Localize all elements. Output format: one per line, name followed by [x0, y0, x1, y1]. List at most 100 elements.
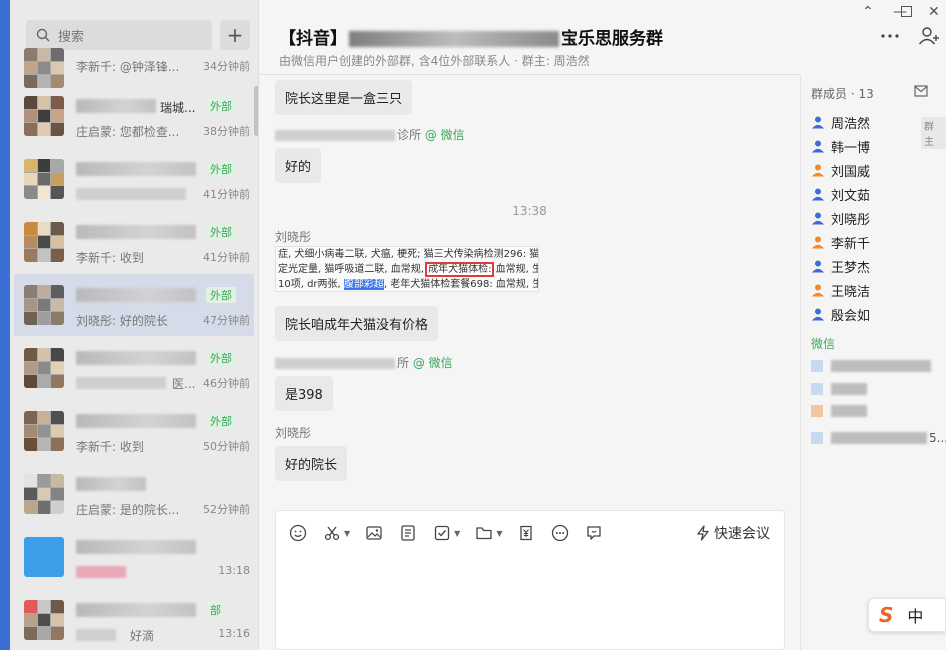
wechat-member[interactable]	[811, 358, 931, 374]
member-name: 周浩然	[831, 116, 871, 132]
scissors-icon[interactable]	[322, 523, 342, 543]
member-name: 刘晓彤	[831, 212, 871, 228]
document-icon[interactable]	[398, 523, 418, 543]
conv-preview: 李新千: 收到	[76, 251, 144, 265]
conv-name-redacted	[76, 351, 196, 365]
member-item[interactable]: 刘国威	[811, 159, 870, 181]
nav-strip	[0, 0, 10, 650]
ime-mode[interactable]: 中	[907, 603, 923, 627]
conv-time: 46分钟前	[203, 377, 250, 390]
message-timestamp: 13:38	[512, 204, 547, 218]
member-item[interactable]: 韩一博	[811, 135, 870, 157]
message-bubble[interactable]: 是398	[275, 376, 333, 411]
conv-time: 13:16	[218, 627, 250, 640]
chevron-down-icon[interactable]: ▼	[496, 529, 502, 538]
list-item[interactable]: 部 好滴 13:16	[14, 589, 254, 650]
member-name: 王梦杰	[831, 260, 871, 276]
quick-meeting-button[interactable]: 快速会议	[696, 523, 770, 543]
sender-name-redacted	[275, 358, 395, 369]
conv-time: 47分钟前	[203, 314, 250, 327]
message-bubble[interactable]: 院长这里是一盒三只	[275, 80, 413, 115]
close-icon[interactable]: ✕	[928, 4, 940, 20]
more-icon[interactable]	[550, 523, 570, 543]
list-item[interactable]: 外部 41分钟前	[14, 148, 254, 210]
external-tag: 外部	[206, 413, 236, 429]
person-icon	[812, 212, 824, 225]
mail-icon[interactable]	[914, 85, 928, 97]
message-sender: 所 @ 微信	[275, 354, 453, 371]
conv-preview-redacted	[76, 629, 116, 641]
member-item[interactable]: 刘文茹	[811, 183, 870, 205]
conv-preview: 庄启蒙: 是的院长...	[76, 503, 180, 517]
image-text-line: 10项, dr两张, 腹部彩超, 老年犬猫体检套餐698: 血常规, 生化	[278, 279, 539, 290]
owner-badge: 群主	[921, 117, 946, 149]
folder-icon[interactable]	[474, 523, 494, 543]
conv-name-redacted	[76, 99, 156, 113]
quick-meeting-label: 快速会议	[714, 526, 770, 542]
external-tag: 外部	[206, 350, 236, 366]
conv-time: 41分钟前	[203, 188, 250, 201]
group-avatar	[24, 222, 64, 262]
member-item[interactable]: 李新千	[811, 231, 870, 253]
conv-preview-redacted	[76, 377, 166, 389]
message-bubble[interactable]: 好的	[275, 148, 322, 183]
person-icon	[812, 236, 824, 249]
list-item[interactable]: 瑞城... 外部 庄启蒙: 您都检查... 38分钟前	[14, 85, 254, 147]
emoji-icon[interactable]	[288, 523, 308, 543]
chevron-down-icon[interactable]: ▼	[454, 529, 460, 538]
message-bubble[interactable]: 好的院长	[275, 446, 348, 481]
more-options-icon[interactable]	[880, 26, 900, 46]
conv-name-redacted	[76, 603, 196, 617]
external-tag: 外部	[206, 161, 236, 177]
chat-title: 【抖音】 宝乐思服务群	[279, 24, 663, 49]
image-icon[interactable]	[364, 523, 384, 543]
conv-time: 38分钟前	[203, 125, 250, 138]
conv-time: 52分钟前	[203, 503, 250, 516]
conv-name-redacted	[76, 540, 196, 554]
member-item[interactable]: 周浩然	[811, 111, 870, 133]
message-input-area[interactable]: ▼ ▼ ▼ 快速会议	[275, 510, 785, 650]
person-icon	[812, 308, 824, 321]
chat-bubble-icon[interactable]	[584, 523, 604, 543]
conv-name-redacted	[76, 225, 196, 239]
member-item[interactable]: 王晓洁	[811, 279, 870, 301]
list-item[interactable]: 外部 李新千: 收到 41分钟前	[14, 211, 254, 273]
image-text-line: 症, 犬细小病毒二联, 犬瘟, 梗死; 猫三犬传染病检测296: 猫瘟	[278, 249, 539, 260]
external-tag: 外部	[206, 98, 236, 114]
add-member-icon[interactable]	[918, 26, 940, 46]
wechat-member[interactable]	[811, 381, 867, 397]
group-avatar	[24, 474, 64, 514]
wechat-member[interactable]	[811, 403, 867, 419]
input-toolbar: ▼ ▼ ▼	[288, 523, 604, 543]
member-name: 韩一博	[831, 140, 871, 156]
message-bubble[interactable]: 院长咱成年犬猫没有价格	[275, 306, 439, 341]
list-item[interactable]: 外部 李新千: 收到 50分钟前	[14, 400, 254, 462]
conv-name-redacted	[76, 477, 146, 491]
list-item[interactable]: 庄启蒙: 是的院长... 52分钟前	[14, 463, 254, 525]
list-item-selected[interactable]: 外部 刘晓彤: 好的院长 47分钟前	[14, 274, 254, 336]
conv-name-redacted	[76, 414, 196, 428]
list-item[interactable]: 外部 医... 46分钟前	[14, 337, 254, 399]
highlighted-text: 成年犬猫体检:	[425, 262, 495, 277]
conv-name-redacted	[76, 162, 196, 176]
wechat-member[interactable]: 5...	[811, 430, 946, 446]
chat-title-prefix: 【抖音】	[279, 29, 347, 49]
chat-subtitle: 由微信用户创建的外部群, 含4位外部联系人 · 群主: 周浩然	[279, 54, 590, 68]
member-name: 刘文茹	[831, 188, 871, 204]
member-item[interactable]: 刘晓彤	[811, 207, 870, 229]
group-avatar	[24, 600, 64, 640]
avatar	[24, 537, 64, 577]
member-item[interactable]: 王梦杰	[811, 255, 870, 277]
member-item[interactable]: 殷会如	[811, 303, 870, 325]
pin-icon[interactable]: ⌃	[862, 4, 874, 20]
money-icon[interactable]	[516, 523, 536, 543]
list-item[interactable]: 13:18	[14, 526, 254, 588]
chat-title-redacted	[349, 31, 559, 47]
image-message[interactable]: 症, 犬细小病毒二联, 犬瘟, 梗死; 猫三犬传染病检测296: 猫瘟 定光定量…	[275, 246, 539, 292]
sogou-logo: S	[879, 603, 894, 627]
conv-time: 50分钟前	[203, 440, 250, 453]
ime-toolbar[interactable]: S 中	[868, 598, 946, 632]
maximize-icon[interactable]	[901, 6, 912, 17]
checkbox-icon[interactable]	[432, 523, 452, 543]
chevron-down-icon[interactable]: ▼	[344, 529, 350, 538]
